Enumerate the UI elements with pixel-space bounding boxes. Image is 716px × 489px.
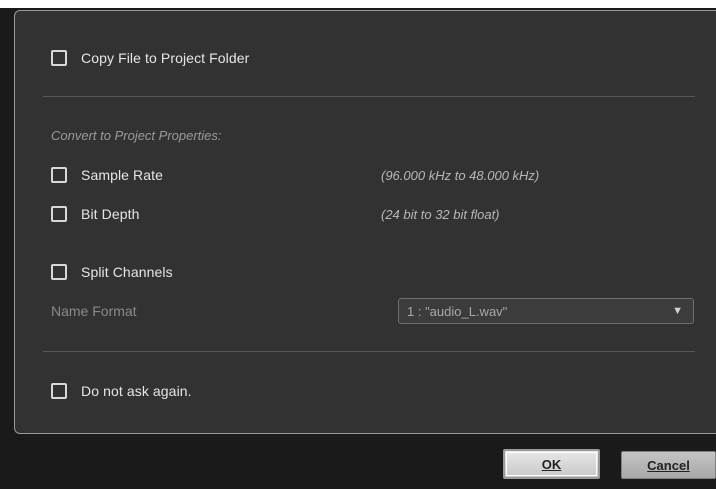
cancel-button[interactable]: Cancel (621, 451, 716, 479)
name-format-dropdown[interactable]: 1 : "audio_L.wav" ▼ (398, 298, 694, 324)
import-options-dialog: Copy File to Project Folder Convert to P… (0, 0, 716, 489)
chevron-down-icon: ▼ (672, 305, 683, 317)
bit-depth-label: Bit Depth (81, 206, 140, 222)
split-channels-checkbox[interactable] (51, 264, 67, 280)
split-channels-label: Split Channels (81, 264, 173, 280)
sample-rate-label: Sample Rate (81, 167, 164, 183)
do-not-ask-label: Do not ask again. (81, 383, 192, 399)
bit-depth-checkbox[interactable] (51, 206, 67, 222)
split-channels-option[interactable]: Split Channels (51, 261, 173, 283)
bit-depth-info: (24 bit to 32 bit float) (381, 207, 500, 222)
name-format-label: Name Format (51, 303, 137, 319)
bit-depth-option[interactable]: Bit Depth (51, 203, 140, 225)
ok-button[interactable]: OK (503, 449, 600, 479)
sample-rate-checkbox[interactable] (51, 167, 67, 183)
copy-file-option[interactable]: Copy File to Project Folder (51, 47, 249, 69)
divider-bottom (43, 351, 695, 352)
sample-rate-option[interactable]: Sample Rate (51, 164, 163, 186)
window-top-edge (0, 0, 716, 8)
sample-rate-info: (96.000 kHz to 48.000 kHz) (381, 168, 540, 183)
convert-section-title: Convert to Project Properties: (51, 128, 222, 143)
options-panel: Copy File to Project Folder Convert to P… (14, 10, 716, 434)
copy-file-checkbox[interactable] (51, 50, 67, 66)
do-not-ask-checkbox[interactable] (51, 383, 67, 399)
do-not-ask-option[interactable]: Do not ask again. (51, 380, 192, 402)
name-format-value: 1 : "audio_L.wav" (407, 303, 508, 319)
copy-file-label: Copy File to Project Folder (81, 50, 250, 66)
divider-top (43, 96, 695, 97)
